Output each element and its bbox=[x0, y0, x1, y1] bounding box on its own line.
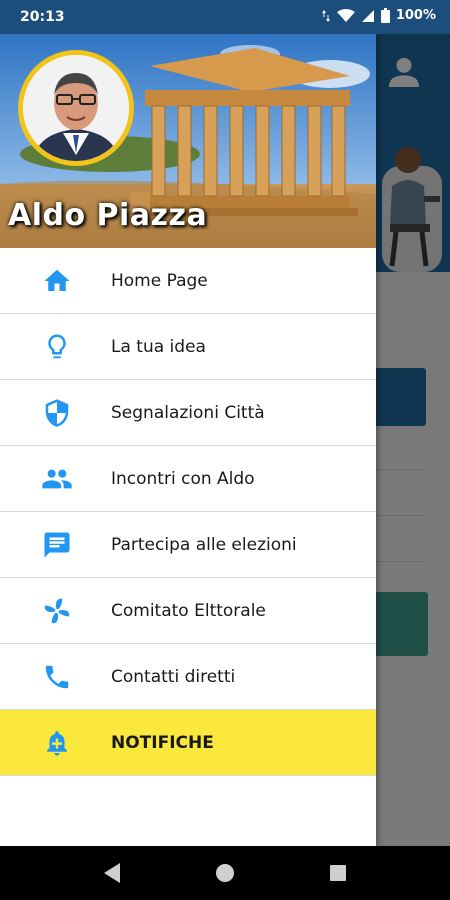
menu-item-label: Incontri con Aldo bbox=[111, 468, 255, 489]
battery-level: 100% bbox=[395, 8, 436, 23]
menu-item-incontri[interactable]: Incontri con Aldo bbox=[0, 446, 376, 512]
navigation-drawer: Aldo Piazza Home Page La tua idea Segnal… bbox=[0, 34, 376, 846]
recents-button[interactable] bbox=[308, 846, 368, 900]
menu-item-notifiche[interactable]: NOTIFICHE bbox=[0, 710, 376, 776]
bell-add-icon bbox=[40, 726, 74, 760]
menu-item-label: NOTIFICHE bbox=[111, 732, 214, 753]
menu-item-label: Partecipa alle elezioni bbox=[111, 534, 297, 555]
avatar[interactable] bbox=[18, 50, 134, 166]
menu-item-comitato[interactable]: Comitato Elttorale bbox=[0, 578, 376, 644]
status-bar: 20:13 100% bbox=[0, 0, 450, 34]
battery-icon bbox=[380, 8, 390, 23]
menu-item-home[interactable]: Home Page bbox=[0, 248, 376, 314]
menu-item-label: La tua idea bbox=[111, 336, 206, 357]
lightbulb-icon bbox=[40, 330, 74, 364]
back-icon bbox=[104, 863, 120, 883]
profile-photo bbox=[23, 55, 129, 161]
data-arrows-icon bbox=[321, 9, 330, 22]
wifi-icon bbox=[336, 8, 355, 22]
menu-item-segnalazioni[interactable]: Segnalazioni Città bbox=[0, 380, 376, 446]
menu-item-idea[interactable]: La tua idea bbox=[0, 314, 376, 380]
menu-item-label: Comitato Elttorale bbox=[111, 600, 266, 621]
menu-item-label: Home Page bbox=[111, 270, 208, 291]
system-nav-bar bbox=[0, 846, 450, 900]
drawer-menu: Home Page La tua idea Segnalazioni Città… bbox=[0, 248, 376, 776]
home-circle-icon bbox=[216, 864, 234, 882]
menu-item-label: Contatti diretti bbox=[111, 666, 236, 687]
home-button[interactable] bbox=[195, 846, 255, 900]
back-button[interactable] bbox=[82, 846, 142, 900]
phone-icon bbox=[40, 660, 74, 694]
menu-item-contatti[interactable]: Contatti diretti bbox=[0, 644, 376, 710]
recents-icon bbox=[330, 865, 346, 881]
menu-item-elezioni[interactable]: Partecipa alle elezioni bbox=[0, 512, 376, 578]
drawer-header: Aldo Piazza bbox=[0, 34, 376, 248]
signal-icon bbox=[361, 9, 374, 22]
menu-item-label: Segnalazioni Città bbox=[111, 402, 265, 423]
user-name: Aldo Piazza bbox=[8, 198, 208, 233]
shield-icon bbox=[40, 396, 74, 430]
people-icon bbox=[40, 462, 74, 496]
status-icons: 100% bbox=[321, 8, 436, 23]
pinwheel-icon bbox=[40, 594, 74, 628]
chat-icon bbox=[40, 528, 74, 562]
home-icon bbox=[40, 264, 74, 298]
status-time: 20:13 bbox=[20, 9, 65, 25]
